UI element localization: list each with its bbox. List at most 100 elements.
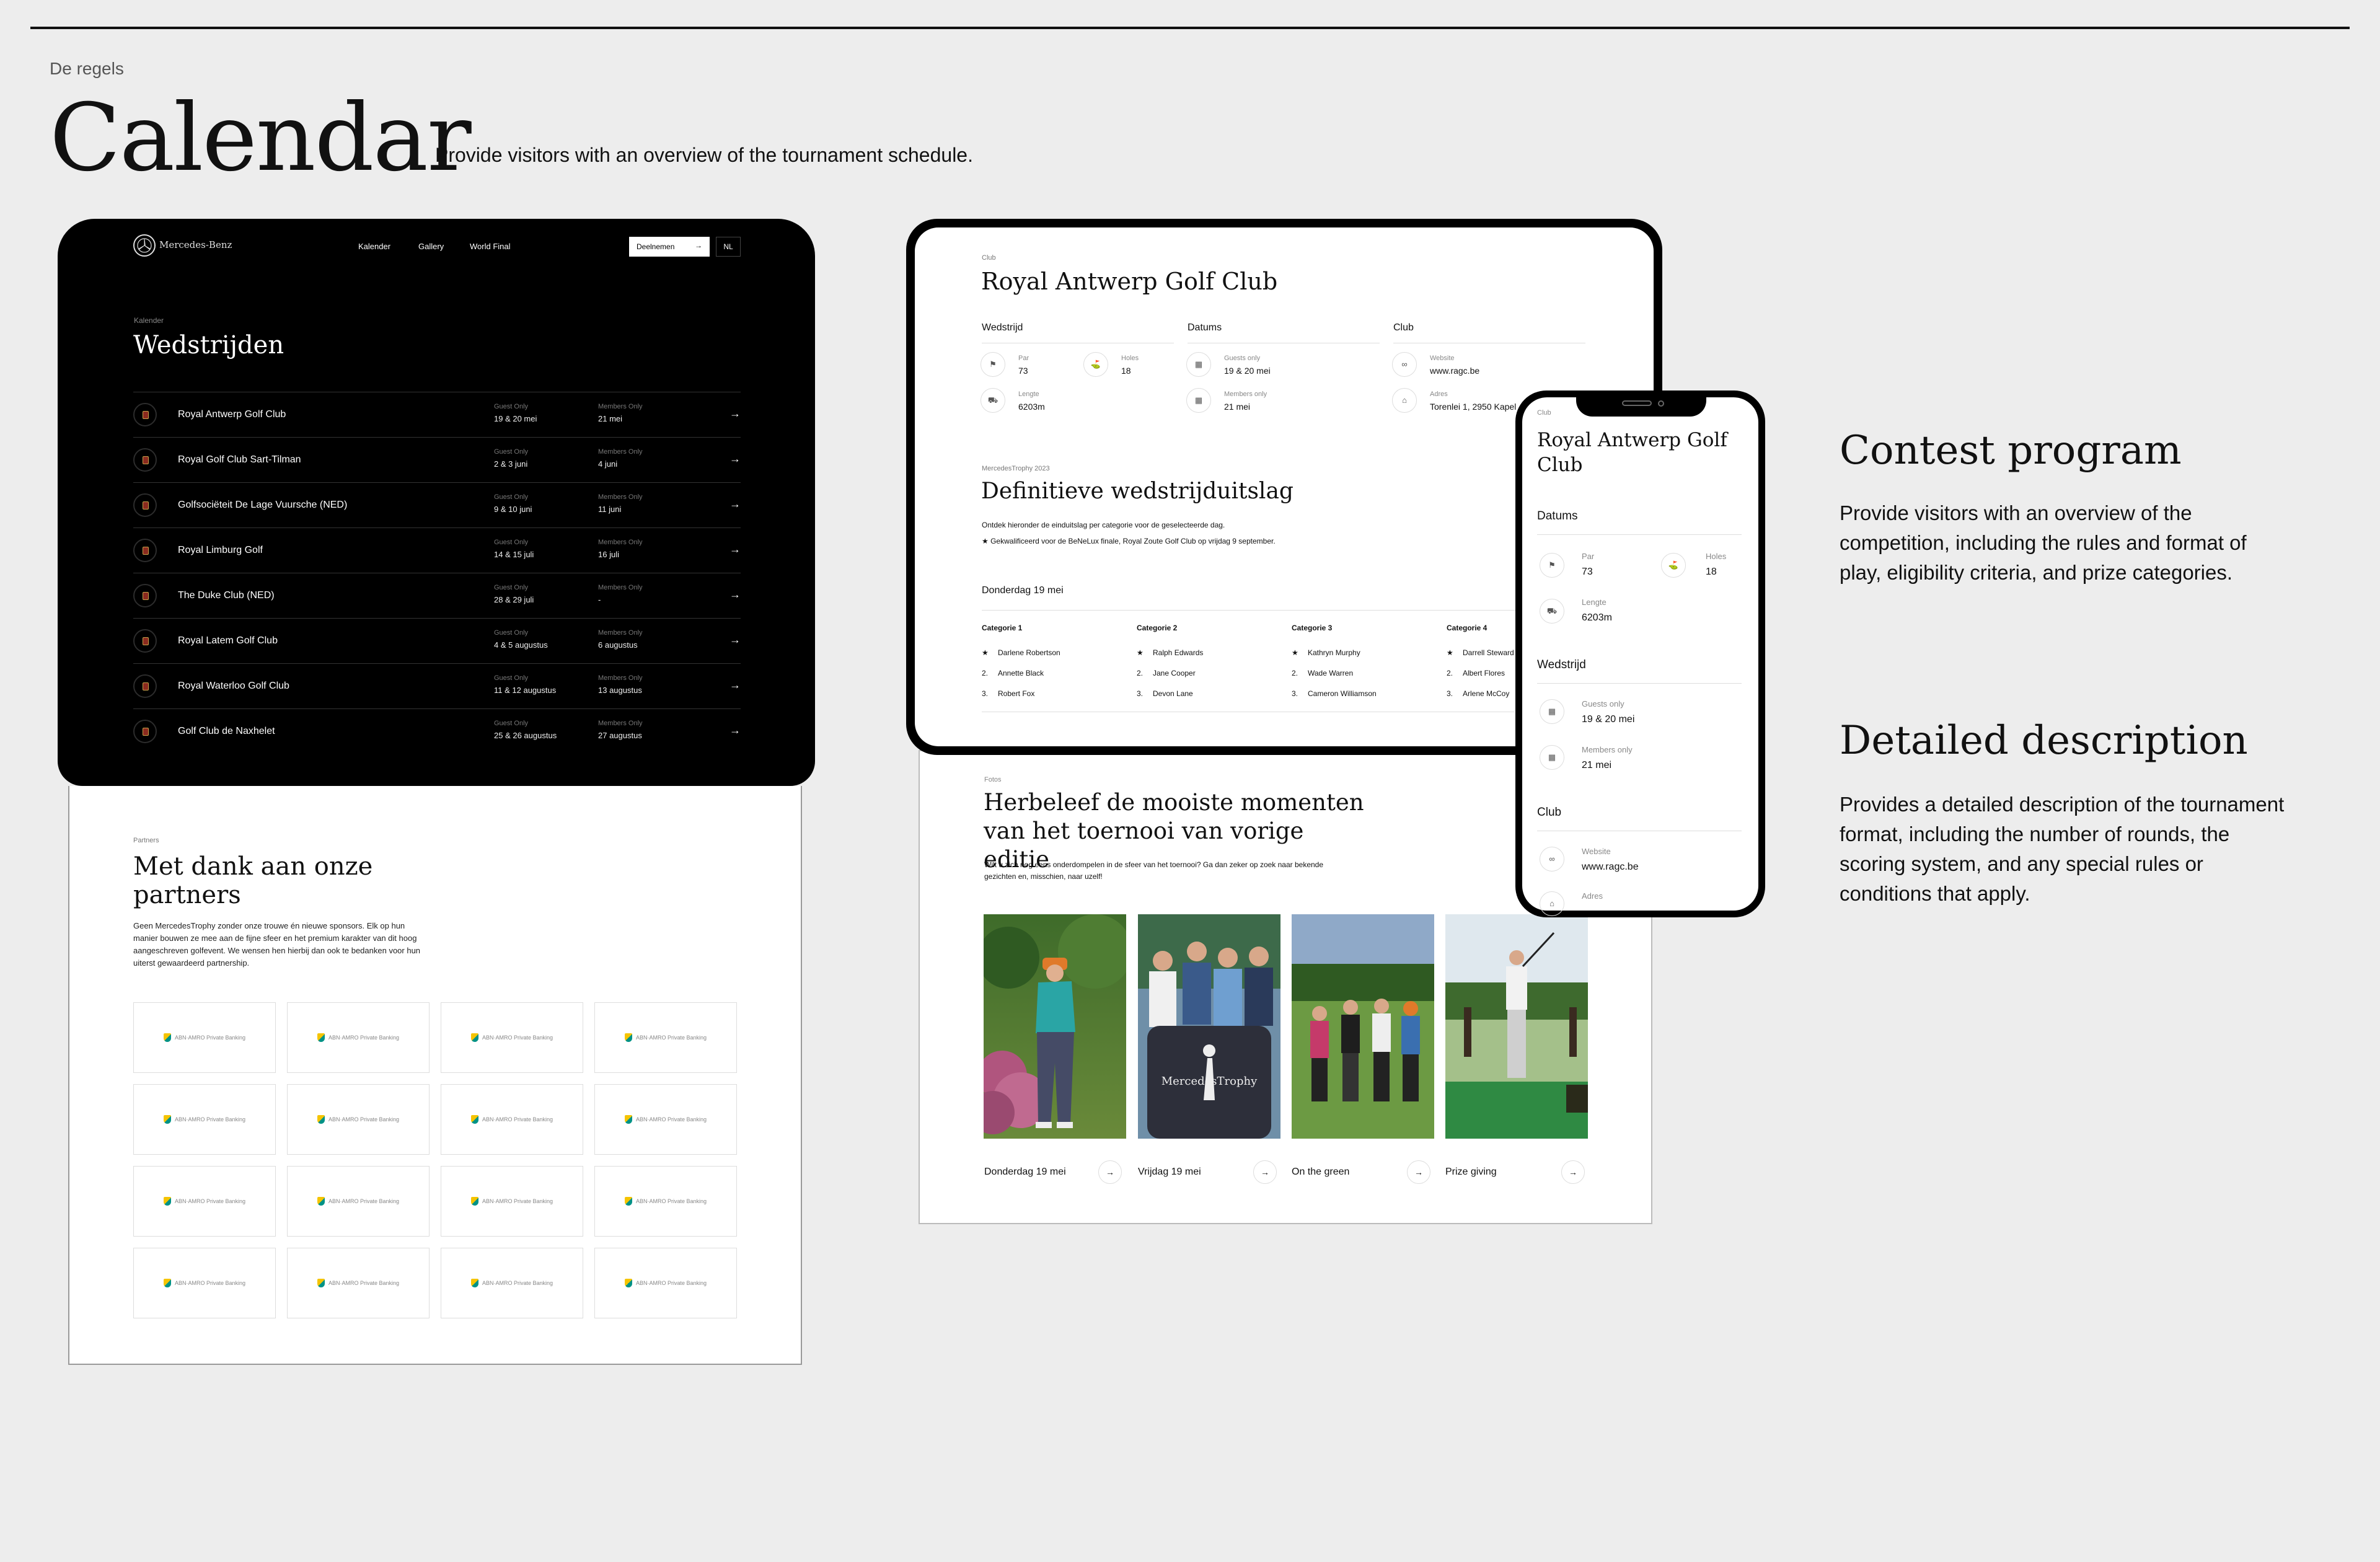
arrow-right-icon[interactable]: → xyxy=(729,724,741,737)
contest-program-heading: Contest program xyxy=(1840,428,2182,474)
mercedes-logo-icon[interactable] xyxy=(133,234,156,257)
guest-dates: 4 & 5 augustus xyxy=(494,640,548,650)
detailed-description-text: Provides a detailed description of the t… xyxy=(1840,793,2285,905)
club-crest-icon xyxy=(133,720,157,743)
deelnemen-label: Deelnemen xyxy=(637,242,675,251)
partner-logo[interactable]: ABN·AMRO Private Banking xyxy=(287,1084,430,1155)
star-icon: ★ xyxy=(1292,648,1298,657)
partner-logo[interactable]: ABN·AMRO Private Banking xyxy=(441,1248,583,1318)
tournament-row[interactable]: The Duke Club (NED) Guest Only 28 & 29 jul… xyxy=(133,573,741,618)
member-dates: 16 juli xyxy=(598,550,619,559)
members-only-label: Members Only xyxy=(598,493,643,501)
club-crest-icon xyxy=(133,448,157,472)
partner-logo-text: ABN·AMRO Private Banking xyxy=(174,1035,246,1041)
abn-amro-logo-icon xyxy=(470,1033,478,1042)
partner-logo[interactable]: ABN·AMRO Private Banking xyxy=(594,1002,737,1073)
rank-number: 3. xyxy=(982,689,989,698)
arrow-right-icon[interactable]: → xyxy=(729,407,741,420)
calendar-icon: ▦ xyxy=(1540,745,1564,770)
club-title: Royal Antwerp Golf Club xyxy=(981,268,1278,295)
partner-logo[interactable]: ABN·AMRO Private Banking xyxy=(287,1002,430,1073)
arrow-right-icon[interactable]: → xyxy=(1098,1160,1122,1184)
partner-logo[interactable]: ABN·AMRO Private Banking xyxy=(133,1002,276,1073)
arrow-right-icon[interactable]: → xyxy=(729,588,741,601)
member-dates: 21 mei xyxy=(598,414,623,423)
tournament-row[interactable]: Golf Club de Naxhelet Guest Only 25 & 26 a… xyxy=(133,708,741,754)
guest-dates: 2 & 3 juni xyxy=(494,459,528,469)
member-dates: 6 augustus xyxy=(598,640,638,650)
photo-prize-giving[interactable] xyxy=(1445,914,1588,1139)
partner-logo[interactable]: ABN·AMRO Private Banking xyxy=(133,1248,276,1318)
nav-link-gallery[interactable]: Gallery xyxy=(418,242,444,251)
partner-logo[interactable]: ABN·AMRO Private Banking xyxy=(594,1084,737,1155)
nav-link-world-final[interactable]: World Final xyxy=(470,242,511,251)
arrow-right-icon: → xyxy=(695,241,702,250)
arrow-right-icon[interactable]: → xyxy=(729,679,741,692)
arrow-right-icon[interactable]: → xyxy=(1407,1160,1430,1184)
tournament-row[interactable]: Royal Waterloo Golf Club Guest Only 11 & 1… xyxy=(133,663,741,708)
result-day: Donderdag 19 mei xyxy=(982,585,1064,596)
club-heading: Club xyxy=(1393,322,1414,333)
partner-logo[interactable]: ABN·AMRO Private Banking xyxy=(441,1166,583,1237)
desktop-navbar: Mercedes-Benz Kalender Gallery World Fin… xyxy=(133,234,741,257)
caption-2: Vrijdag 19 mei xyxy=(1138,1167,1201,1177)
guest-only-label: Guest Only xyxy=(494,539,529,546)
contest-program-text: Provide visitors with an overview of the… xyxy=(1840,501,2247,584)
deelnemen-button[interactable]: Deelnemen → xyxy=(629,237,710,257)
arrow-right-icon[interactable]: → xyxy=(729,498,741,511)
player-name: Robert Fox xyxy=(998,689,1035,698)
partner-logo-text: ABN·AMRO Private Banking xyxy=(482,1035,553,1041)
partner-logo[interactable]: ABN·AMRO Private Banking xyxy=(594,1166,737,1237)
calendar-kicker: Kalender xyxy=(134,316,164,325)
arrow-right-icon[interactable]: → xyxy=(729,452,741,466)
page-intro: Provide visitors with an overview of the… xyxy=(435,144,973,166)
rank-number: 2. xyxy=(1292,669,1298,677)
tournament-list: Royal Antwerp Golf Club Guest Only 19 & 20… xyxy=(133,392,741,754)
home-icon: ⌂ xyxy=(1392,388,1417,413)
partner-logo[interactable]: ABN·AMRO Private Banking xyxy=(594,1248,737,1318)
player-name: Kathryn Murphy xyxy=(1308,648,1360,657)
tournament-row[interactable]: Royal Limburg Golf Guest Only 14 & 15 juli… xyxy=(133,527,741,573)
gallery-kicker: Fotos xyxy=(984,776,1002,783)
partners-description: Geen MercedesTrophy zonder onze trouwe é… xyxy=(133,921,421,968)
partner-logo[interactable]: ABN·AMRO Private Banking xyxy=(441,1084,583,1155)
home-icon: ⌂ xyxy=(1540,891,1564,916)
nav-link-kalender[interactable]: Kalender xyxy=(358,242,390,251)
tournament-row[interactable]: Royal Antwerp Golf Club Guest Only 19 & 20… xyxy=(133,392,741,437)
partner-logo[interactable]: ABN·AMRO Private Banking xyxy=(133,1166,276,1237)
datums-heading: Datums xyxy=(1188,322,1222,333)
phone-website-link[interactable]: www.ragc.be xyxy=(1582,862,1639,873)
wedstrijd-heading: Wedstrijd xyxy=(982,322,1023,333)
calendar-title: Wedstrijden xyxy=(133,331,284,360)
arrow-right-icon[interactable]: → xyxy=(1561,1160,1585,1184)
golf-hole-icon: ⛳ xyxy=(1083,352,1108,377)
divider xyxy=(1537,683,1742,684)
caption-1: Donderdag 19 mei xyxy=(984,1167,1066,1177)
website-link[interactable]: www.ragc.be xyxy=(1430,366,1479,376)
banner-text: MercedesTrophy xyxy=(1161,1075,1258,1088)
rank-number: 3. xyxy=(1137,689,1144,698)
tournament-row[interactable]: Royal Latem Golf Club Guest Only 4 & 5 aug… xyxy=(133,618,741,663)
photo-golfer-swing[interactable] xyxy=(984,914,1126,1139)
arrow-right-icon[interactable]: → xyxy=(1253,1160,1277,1184)
photo-group-banner[interactable]: MercedesTrophy xyxy=(1138,914,1280,1139)
tournament-row[interactable]: Golfsociëteit De Lage Vuursche (NED) Gues… xyxy=(133,482,741,527)
partner-logo[interactable]: ABN·AMRO Private Banking xyxy=(441,1002,583,1073)
partner-logo-text: ABN·AMRO Private Banking xyxy=(174,1198,246,1204)
club-name: The Duke Club (NED) xyxy=(178,590,275,601)
arrow-right-icon[interactable]: → xyxy=(729,543,741,556)
partner-logo[interactable]: ABN·AMRO Private Banking xyxy=(287,1248,430,1318)
caption-4: Prize giving xyxy=(1445,1167,1497,1177)
phone-holes-value: 18 xyxy=(1706,567,1717,577)
arrow-right-icon[interactable]: → xyxy=(729,633,741,646)
guest-only-label: Guest Only xyxy=(494,584,529,591)
phone-length-value: 6203m xyxy=(1582,612,1612,623)
guest-dates: 28 & 29 juli xyxy=(494,595,534,604)
language-switch[interactable]: NL xyxy=(716,237,741,257)
partner-logo[interactable]: ABN·AMRO Private Banking xyxy=(287,1166,430,1237)
partner-logo[interactable]: ABN·AMRO Private Banking xyxy=(133,1084,276,1155)
photo-on-the-green[interactable] xyxy=(1292,914,1434,1139)
tournament-row[interactable]: Royal Golf Club Sart-Tilman Guest Only 2 &… xyxy=(133,437,741,482)
page-title: Calendar xyxy=(50,84,472,192)
flag-icon: ⚑ xyxy=(981,352,1005,377)
